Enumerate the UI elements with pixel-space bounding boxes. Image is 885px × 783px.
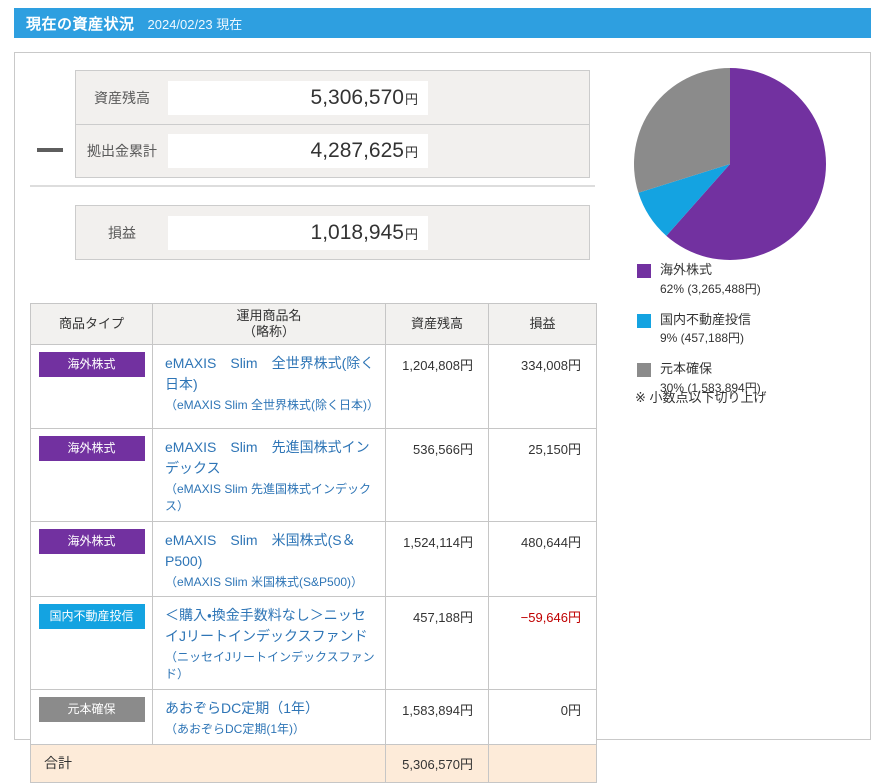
asset-balance-row: 資産残高 5,306,570 円 — [76, 71, 589, 124]
table-row: 国内不動産投信 ＜購入・換金手数料なし＞ニッセイJリートインデックスファンド （… — [31, 597, 597, 690]
equals-divider — [30, 185, 595, 187]
balance-cell: 1,583,894円 — [386, 689, 489, 744]
balance-cell: 1,524,114円 — [386, 521, 489, 597]
profit-loss-value: 1,018,945 — [311, 221, 404, 245]
legend-label: 国内不動産投信 — [660, 312, 751, 328]
asset-balance-label: 資産残高 — [76, 88, 168, 108]
table-total-row: 合計 5,306,570円 — [31, 744, 597, 782]
balance-cell: 457,188円 — [386, 597, 489, 690]
product-name-link[interactable]: ＜購入・換金手数料なし＞ニッセイJリートインデックスファンド — [165, 605, 375, 647]
product-type-badge: 海外株式 — [39, 529, 145, 554]
total-balance-cell: 5,306,570円 — [386, 744, 489, 782]
col-header-balance: 資産残高 — [386, 304, 489, 345]
profit-loss-cell: −59,646円 — [489, 597, 597, 690]
balance-summary-box: 資産残高 5,306,570 円 拠出金累計 4,287,625 円 — [75, 70, 590, 178]
contribution-total-value-box: 4,287,625 円 — [168, 134, 428, 168]
total-profit-loss-cell — [489, 744, 597, 782]
asset-balance-unit: 円 — [405, 89, 418, 108]
profit-loss-label: 損益 — [76, 223, 168, 243]
product-alias[interactable]: （ニッセイJリートインデックスファンド） — [165, 649, 375, 683]
table-row: 海外株式 eMAXIS Slim 全世界株式(除く日本) （eMAXIS Sli… — [31, 345, 597, 429]
profit-loss-cell: 25,150円 — [489, 429, 597, 522]
profit-loss-summary-box: 損益 1,018,945 円 — [75, 205, 590, 260]
col-header-profit-loss: 損益 — [489, 304, 597, 345]
page-title: 現在の資産状況 — [26, 13, 135, 34]
product-alias[interactable]: （eMAXIS Slim 米国株式(S&P500)） — [165, 574, 375, 591]
legend-swatch-icon — [637, 264, 651, 278]
legend-label: 元本確保 — [660, 361, 761, 377]
pie-chart — [630, 64, 830, 264]
product-alias[interactable]: （eMAXIS Slim 先進国株式インデックス） — [165, 481, 375, 515]
legend-value: 62% (3,265,488円) — [660, 280, 761, 297]
total-label: 合計 — [31, 744, 386, 782]
profit-loss-cell: 0円 — [489, 689, 597, 744]
product-type-badge: 元本確保 — [39, 697, 145, 722]
section-header: 現在の資産状況 2024/02/23 現在 — [14, 8, 871, 38]
product-type-badge: 国内不動産投信 — [39, 604, 145, 629]
legend-label: 海外株式 — [660, 262, 761, 278]
rounding-note: ※ 小数点以下切り上げ — [635, 387, 767, 406]
profit-loss-row: 損益 1,018,945 円 — [76, 206, 589, 259]
asset-balance-value: 5,306,570 — [311, 86, 404, 110]
profit-loss-cell: 334,008円 — [489, 345, 597, 429]
product-name-link[interactable]: あおぞらDC定期（1年） — [165, 698, 375, 719]
contribution-total-value: 4,287,625 — [311, 139, 404, 163]
contribution-total-row: 拠出金累計 4,287,625 円 — [76, 124, 589, 177]
asset-status-panel: 資産残高 5,306,570 円 拠出金累計 4,287,625 円 損益 1,… — [14, 52, 871, 740]
legend-item-overseas-equity: 海外株式 62% (3,265,488円) — [637, 262, 761, 297]
contribution-total-unit: 円 — [405, 142, 418, 161]
asset-balance-value-box: 5,306,570 円 — [168, 81, 428, 115]
product-table: 商品タイプ 運用商品名 （略称） 資産残高 損益 海外株式 eMAXIS Sli… — [30, 303, 597, 783]
product-name-link[interactable]: eMAXIS Slim 全世界株式(除く日本) — [165, 353, 375, 395]
as-of-date: 2024/02/23 現在 — [148, 14, 243, 33]
product-alias[interactable]: （あおぞらDC定期(1年)） — [165, 721, 375, 738]
balance-cell: 536,566円 — [386, 429, 489, 522]
contribution-total-label: 拠出金累計 — [76, 141, 168, 161]
legend-value: 9% (457,188円) — [660, 329, 751, 346]
product-type-badge: 海外株式 — [39, 352, 145, 377]
product-alias[interactable]: （eMAXIS Slim 全世界株式(除く日本)） — [165, 397, 375, 414]
legend-swatch-icon — [637, 363, 651, 377]
product-name-link[interactable]: eMAXIS Slim 先進国株式インデックス — [165, 437, 375, 479]
table-row: 元本確保 あおぞらDC定期（1年） （あおぞらDC定期(1年)） 1,583,8… — [31, 689, 597, 744]
profit-loss-unit: 円 — [405, 224, 418, 243]
pie-legend: 海外株式 62% (3,265,488円) 国内不動産投信 9% (457,18… — [637, 262, 761, 396]
legend-swatch-icon — [637, 314, 651, 328]
product-type-badge: 海外株式 — [39, 436, 145, 461]
legend-item-domestic-reit: 国内不動産投信 9% (457,188円) — [637, 312, 761, 347]
table-row: 海外株式 eMAXIS Slim 先進国株式インデックス （eMAXIS Sli… — [31, 429, 597, 522]
col-header-product-type: 商品タイプ — [31, 304, 153, 345]
product-name-link[interactable]: eMAXIS Slim 米国株式(S＆P500) — [165, 530, 375, 572]
col-header-product-name: 運用商品名 （略称） — [153, 304, 386, 345]
minus-operator-icon — [37, 148, 63, 152]
table-row: 海外株式 eMAXIS Slim 米国株式(S＆P500) （eMAXIS Sl… — [31, 521, 597, 597]
profit-loss-cell: 480,644円 — [489, 521, 597, 597]
table-header-row: 商品タイプ 運用商品名 （略称） 資産残高 損益 — [31, 304, 597, 345]
profit-loss-value-box: 1,018,945 円 — [168, 216, 428, 250]
balance-cell: 1,204,808円 — [386, 345, 489, 429]
